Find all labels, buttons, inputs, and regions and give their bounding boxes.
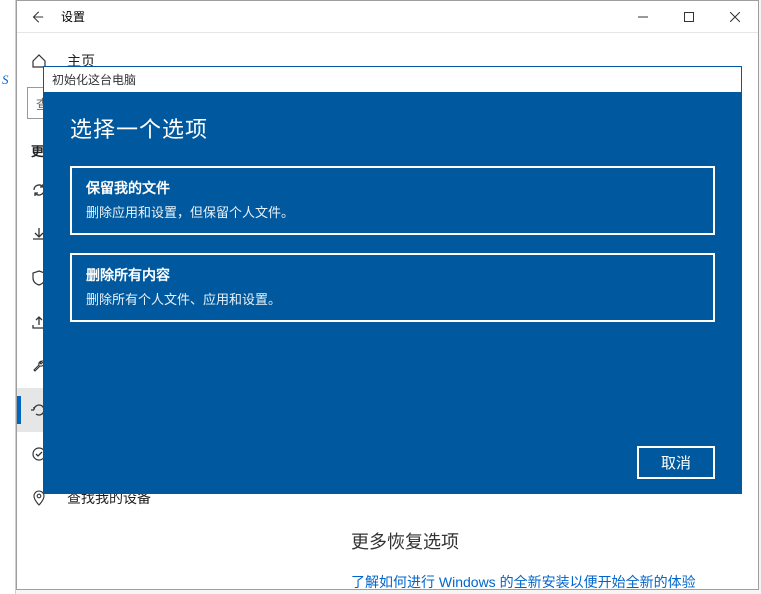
close-button[interactable]: [712, 1, 758, 32]
cancel-button[interactable]: 取消: [637, 446, 715, 479]
window-controls: [620, 1, 758, 32]
back-button[interactable]: [17, 1, 57, 32]
background-fragment-text: S: [0, 0, 15, 88]
option-keep-files[interactable]: 保留我的文件 删除应用和设置，但保留个人文件。: [70, 166, 715, 235]
minimize-icon: [638, 12, 648, 22]
option-description: 删除应用和设置，但保留个人文件。: [86, 202, 699, 221]
maximize-icon: [684, 12, 694, 22]
dialog-heading: 选择一个选项: [70, 112, 715, 144]
option-description: 删除所有个人文件、应用和设置。: [86, 289, 699, 308]
dialog-body: 选择一个选项 保留我的文件 删除应用和设置，但保留个人文件。 删除所有内容 删除…: [44, 92, 741, 493]
background-app-sliver: S: [0, 0, 16, 594]
titlebar: 设置: [17, 1, 758, 33]
dialog-footer: 取消: [70, 446, 715, 479]
option-title: 保留我的文件: [86, 178, 699, 198]
option-remove-everything[interactable]: 删除所有内容 删除所有个人文件、应用和设置。: [70, 253, 715, 322]
more-recovery-options-heading: 更多恢复选项: [351, 528, 734, 554]
reset-pc-dialog: 初始化这台电脑 选择一个选项 保留我的文件 删除应用和设置，但保留个人文件。 删…: [43, 66, 742, 494]
option-title: 删除所有内容: [86, 265, 699, 285]
dialog-frame-title: 初始化这台电脑: [44, 67, 741, 92]
maximize-button[interactable]: [666, 1, 712, 32]
minimize-button[interactable]: [620, 1, 666, 32]
close-icon: [730, 12, 740, 22]
window-title: 设置: [57, 8, 85, 25]
arrow-left-icon: [30, 10, 44, 24]
titlebar-left: 设置: [17, 1, 85, 32]
clean-install-link[interactable]: 了解如何进行 Windows 的全新安装以便开始全新的体验: [351, 572, 734, 592]
